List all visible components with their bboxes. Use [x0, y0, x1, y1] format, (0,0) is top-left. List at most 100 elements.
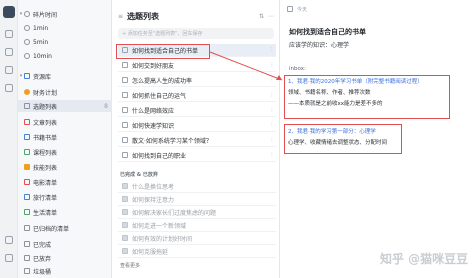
sidebar: ▾ 碎片时间 1min 5min 10min ▾ 资源库 财务计划 选题列表 8… [18, 0, 112, 278]
drag-handle-icon[interactable]: ⋮ [268, 62, 276, 68]
task-checkbox[interactable] [122, 107, 128, 113]
watermark: 知乎 @猫咪豆豆 [380, 252, 469, 266]
task-row[interactable]: 如何快速学知识 ⋮ [118, 119, 276, 132]
task-title: 怎么提高人生的成功率 [132, 77, 193, 85]
matrix-icon[interactable] [5, 66, 13, 74]
clock-icon [24, 53, 30, 59]
sidebar-item-label: 已放弃 [33, 255, 52, 263]
movie-icon [24, 179, 30, 185]
drag-handle-icon[interactable]: ⋮ [268, 92, 276, 98]
task-title[interactable]: 如何找到适合自己的书单 [289, 27, 366, 37]
settings-icon[interactable] [5, 254, 13, 262]
add-task-input[interactable]: + 添加任务至"选题列表"，回车保存 [118, 28, 274, 39]
sidebar-item-label: 选题列表 [33, 103, 58, 111]
sidebar-item-travel[interactable]: 旅行清单 [18, 191, 112, 203]
clock-icon[interactable] [5, 84, 13, 92]
course-icon [24, 149, 30, 155]
sidebar-item-finance[interactable]: 财务计划 [18, 86, 112, 98]
highlight-box [284, 75, 450, 119]
task-row[interactable]: 怎么提高人生的成功率 ⋮ [118, 74, 276, 87]
sidebar-item-life[interactable]: 生活清单 [18, 206, 112, 218]
task-note[interactable]: 应该学的知识：心理学 [289, 40, 349, 49]
task-checkbox[interactable] [122, 62, 128, 68]
done-task-row[interactable]: 如何有效的计划好时间 [118, 232, 276, 245]
sidebar-item-topic-list[interactable]: 选题列表 8 [18, 100, 112, 112]
task-checkbox[interactable] [287, 6, 293, 12]
task-checkbox[interactable] [122, 235, 128, 241]
avatar[interactable] [3, 6, 15, 18]
drag-handle-icon[interactable]: ⋮ [268, 137, 276, 143]
sidebar-item-articles[interactable]: 文章列表 [18, 116, 112, 128]
sidebar-item-trash[interactable]: 垃圾桶 [18, 265, 112, 277]
task-row[interactable]: 什么是网络效应 ⋮ [118, 104, 276, 117]
done-task-row[interactable]: 如何走进一个新领域 [118, 219, 276, 232]
list-header: ≡ 选题列表 ⇅ ⋯ [118, 11, 274, 21]
sidebar-item-completed[interactable]: 已完成 [18, 238, 112, 250]
task-checkbox[interactable] [122, 222, 128, 228]
task-icon[interactable] [5, 30, 13, 38]
sync-icon[interactable] [5, 236, 13, 244]
done-task-row[interactable]: 如何克服拖延 [118, 245, 276, 258]
sidebar-item-movies[interactable]: 电影清单 [18, 176, 112, 188]
list-icon [24, 103, 30, 109]
sidebar-item-10min[interactable]: 10min [18, 50, 112, 62]
task-title: 散文·如何系统学习某个领域？ [132, 137, 212, 145]
abandon-icon [24, 255, 30, 261]
travel-icon [24, 194, 30, 200]
task-title: 什么是网络效应 [132, 107, 175, 115]
task-checkbox[interactable] [122, 137, 128, 143]
drag-handle-icon[interactable]: ⋮ [268, 77, 276, 83]
task-row[interactable]: 如何交到好朋友 ⋮ [118, 59, 276, 72]
task-title: 如何找到自己的职业 [132, 152, 187, 160]
task-row[interactable]: 如何抓住自己的运气 ⋮ [118, 89, 276, 102]
sidebar-item-archived[interactable]: 已归档的清单 [18, 222, 112, 234]
done-task-row[interactable]: 如何保持注意力 [118, 193, 276, 206]
sidebar-item-count: 8 [104, 102, 108, 110]
menu-icon[interactable]: ≡ [118, 13, 123, 20]
folder-icon [24, 73, 30, 79]
done-task-row[interactable]: 什么是换位思考 [118, 180, 276, 193]
more-icon[interactable]: ⋯ [268, 13, 274, 20]
sidebar-item-courses[interactable]: 课程列表 [18, 146, 112, 158]
task-checkbox[interactable] [122, 196, 128, 202]
sidebar-item-label: 已归档的清单 [33, 225, 70, 233]
sidebar-item-skills[interactable]: 技能列表 [18, 161, 112, 173]
list-title: 选题列表 [127, 11, 160, 21]
task-row[interactable]: 散文·如何系统学习某个领域？ ⋮ [118, 134, 276, 147]
task-checkbox[interactable] [122, 77, 128, 83]
task-row[interactable]: 如何找到自己的职业 ⋮ [118, 149, 276, 162]
sidebar-item-1min[interactable]: 1min [18, 22, 112, 34]
task-title: 如何保持注意力 [132, 196, 175, 204]
sidebar-item-books[interactable]: 书籍书单 [18, 131, 112, 143]
drag-handle-icon[interactable]: ⋮ [268, 107, 276, 113]
sidebar-item-fragment-time[interactable]: ▾ 碎片时间 [18, 8, 112, 20]
sidebar-item-5min[interactable]: 5min [18, 36, 112, 48]
due-date[interactable]: 今天 [297, 6, 307, 13]
task-title: 如何交到好朋友 [132, 62, 175, 70]
drag-handle-icon[interactable]: ⋮ [268, 152, 276, 158]
task-title: 如何走进一个新领域 [132, 222, 187, 230]
life-icon [24, 209, 30, 215]
done-task-row[interactable]: 如何解决家长们过度焦虑的问题 [118, 206, 276, 219]
sidebar-item-label: 书籍书单 [33, 134, 58, 142]
task-checkbox[interactable] [122, 92, 128, 98]
task-checkbox[interactable] [122, 248, 128, 254]
clock-icon [24, 11, 30, 17]
done-section-header[interactable]: 已完成 & 已放弃 [120, 171, 158, 178]
task-checkbox[interactable] [122, 152, 128, 158]
task-checkbox[interactable] [122, 209, 128, 215]
clock-icon [24, 39, 30, 45]
drag-handle-icon[interactable]: ⋮ [268, 122, 276, 128]
sort-icon[interactable]: ⇅ [259, 13, 264, 20]
sidebar-item-resources[interactable]: ▾ 资源库 [18, 70, 112, 82]
highlight-box [116, 44, 210, 59]
archive-icon [24, 225, 30, 231]
drag-handle-icon[interactable]: ⋮ [268, 47, 276, 53]
sidebar-item-abandoned[interactable]: 已放弃 [18, 252, 112, 264]
book-icon [24, 134, 30, 140]
view-more-link[interactable]: 查看更多 [120, 262, 140, 269]
task-checkbox[interactable] [122, 183, 128, 189]
calendar-icon[interactable] [5, 48, 13, 56]
sidebar-item-label: 生活清单 [33, 209, 58, 217]
task-checkbox[interactable] [122, 122, 128, 128]
